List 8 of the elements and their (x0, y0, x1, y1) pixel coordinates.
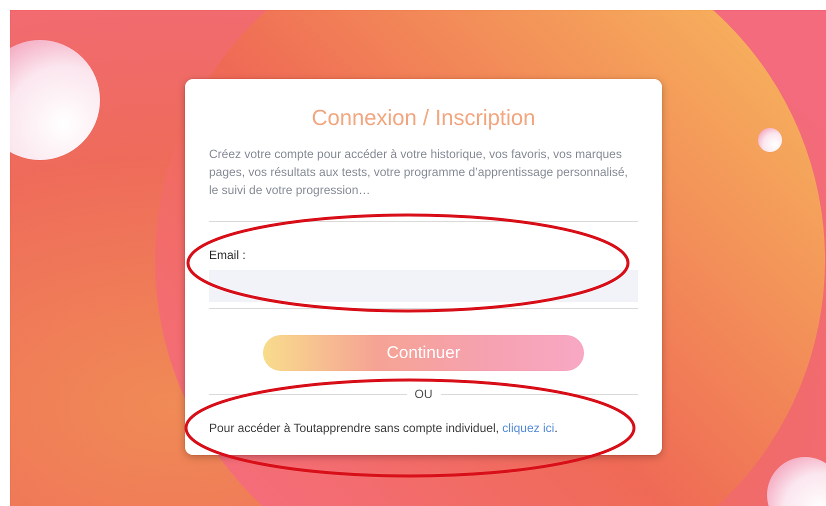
intro-text: Créez votre compte pour accéder à votre historique, vos favoris, vos marques pages, vos résultats aux tests, votre programme d’apprentissage personnalisé, le suivi de votre progression… (209, 146, 629, 199)
email-field[interactable] (209, 270, 638, 302)
click-here-link[interactable]: cliquez ici (502, 421, 554, 435)
card-title: Connexion / Inscription (310, 105, 536, 131)
continue-button[interactable]: Continuer (263, 335, 584, 371)
guest-access-text: Pour accéder à Toutapprendre sans compte individuel, cliquez ici. (209, 421, 559, 435)
email-label: Email : (209, 248, 247, 262)
separator-text: OU (414, 387, 432, 401)
